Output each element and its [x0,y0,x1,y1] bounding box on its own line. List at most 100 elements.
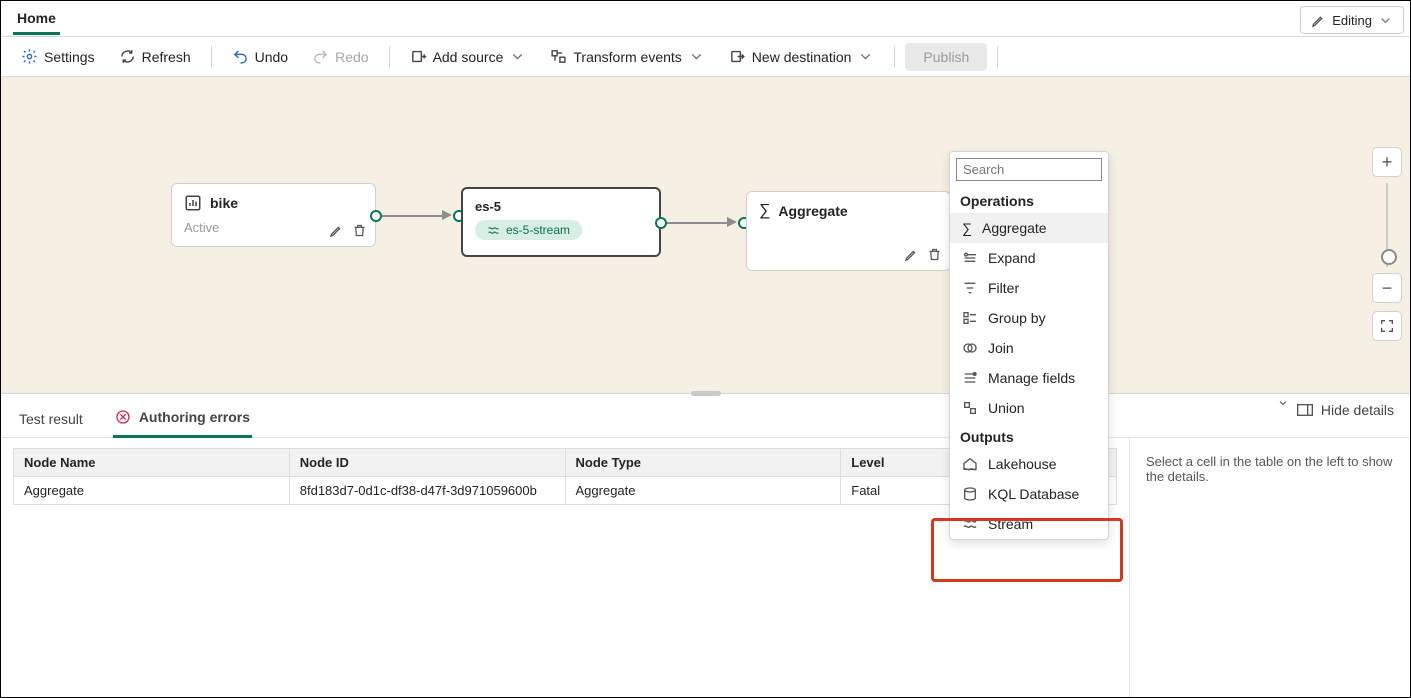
add-source-button[interactable]: Add source [400,44,537,69]
redo-label: Redo [335,49,368,65]
node-stream[interactable]: es-5 es-5-stream [461,187,661,257]
popup-item-label: KQL Database [988,486,1079,502]
search-input[interactable] [956,158,1102,181]
popup-item-label: Stream [988,516,1033,532]
node-stream-title: es-5 [475,199,501,214]
col-node-id[interactable]: Node ID [289,449,565,477]
new-destination-label: New destination [752,49,852,65]
popup-item-kqldb[interactable]: KQL Database [950,479,1108,509]
tab-home[interactable]: Home [13,2,60,35]
editing-mode-button[interactable]: Editing [1300,6,1404,34]
col-node-name[interactable]: Node Name [14,449,290,477]
sigma-icon: ∑ [962,220,972,236]
toolbar-separator [997,46,998,68]
popup-item-aggregate[interactable]: ∑ Aggregate [950,213,1108,243]
operations-popup: Operations ∑ Aggregate Expand Filter Gro… [949,151,1109,540]
resize-handle[interactable] [691,391,721,396]
popup-item-lakehouse[interactable]: Lakehouse [950,449,1108,479]
transform-events-button[interactable]: Transform events [540,44,714,69]
transform-icon [550,48,567,65]
chevron-down-icon [509,48,526,65]
pencil-icon[interactable] [904,247,919,262]
popup-item-join[interactable]: Join [950,333,1108,363]
tab-authoring-errors[interactable]: Authoring errors [113,403,252,438]
cell-type[interactable]: Aggregate [565,477,841,505]
zoom-controls: + − [1372,147,1402,341]
cell-id[interactable]: 8fd183d7-0d1c-df38-d47f-3d971059600b [289,477,565,505]
stream-icon [487,224,500,237]
popup-item-label: Filter [988,280,1019,296]
zoom-out-button[interactable]: − [1372,273,1402,303]
pencil-icon [1311,13,1326,28]
hide-details-button[interactable]: Hide details [1277,402,1394,418]
popup-item-label: Aggregate [982,220,1047,236]
stream-icon [962,516,978,532]
new-destination-button[interactable]: New destination [719,44,885,69]
node-aggregate-title: Aggregate [778,203,847,219]
settings-label: Settings [44,49,95,65]
refresh-button[interactable]: Refresh [109,44,201,69]
cell-name[interactable]: Aggregate [14,477,290,505]
bottom-tabs: Test result Authoring errors [1,394,1410,438]
pencil-icon[interactable] [329,223,344,238]
node-source-title: bike [210,195,238,211]
tab-test-result[interactable]: Test result [17,405,85,437]
zoom-slider[interactable] [1386,183,1388,267]
trash-icon[interactable] [352,223,367,238]
add-source-icon [410,48,427,65]
sigma-icon: ∑ [759,202,770,220]
popup-item-label: Expand [988,250,1035,266]
settings-button[interactable]: Settings [11,44,105,69]
chevron-down-icon [1277,397,1289,409]
undo-button[interactable]: Undo [222,44,298,69]
redo-icon [312,48,329,65]
transform-label: Transform events [573,49,681,65]
popup-item-managefields[interactable]: Manage fields [950,363,1108,393]
database-icon [962,486,978,502]
popup-item-expand[interactable]: Expand [950,243,1108,273]
group-outputs: Outputs [950,423,1108,449]
gear-icon [21,48,38,65]
port-out[interactable] [370,210,382,222]
toolbar: Settings Refresh Undo Redo Add source Tr… [1,37,1410,77]
tab-authoring-errors-label: Authoring errors [139,409,250,425]
zoom-in-button[interactable]: + [1372,147,1402,177]
join-icon [962,340,978,356]
node-aggregate[interactable]: ∑ Aggregate [746,191,951,271]
canvas[interactable]: bike Active es-5 es-5-stream ∑ Aggregate [1,77,1410,393]
stream-pill-label: es-5-stream [506,223,570,237]
arrow-icon [442,210,452,220]
fit-screen-button[interactable] [1372,311,1402,341]
port-out[interactable] [655,217,667,229]
node-source[interactable]: bike Active [171,183,376,247]
toolbar-separator [211,46,212,68]
popup-item-groupby[interactable]: Group by [950,303,1108,333]
expand-icon [962,250,978,266]
redo-button: Redo [302,44,378,69]
refresh-label: Refresh [142,49,191,65]
detail-side-message: Select a cell in the table on the left t… [1130,438,1410,697]
arrow-icon [727,217,737,227]
fit-icon [1379,318,1395,334]
stream-pill[interactable]: es-5-stream [475,220,582,240]
col-node-type[interactable]: Node Type [565,449,841,477]
popup-item-filter[interactable]: Filter [950,273,1108,303]
bottom-panel: Test result Authoring errors Hide detail… [1,393,1410,697]
trash-icon[interactable] [927,247,942,262]
filter-icon [962,280,978,296]
chart-icon [184,194,202,212]
destination-icon [729,48,746,65]
union-icon [962,400,978,416]
fields-icon [962,370,978,386]
hide-details-label: Hide details [1321,402,1394,418]
lakehouse-icon [962,456,978,472]
undo-icon [232,48,249,65]
popup-item-label: Lakehouse [988,456,1057,472]
connector [382,215,442,217]
popup-item-stream[interactable]: Stream [950,509,1108,539]
error-icon [115,409,131,425]
refresh-icon [119,48,136,65]
tab-bar: Home Editing [1,1,1410,37]
popup-item-union[interactable]: Union [950,393,1108,423]
popup-item-label: Union [988,400,1025,416]
